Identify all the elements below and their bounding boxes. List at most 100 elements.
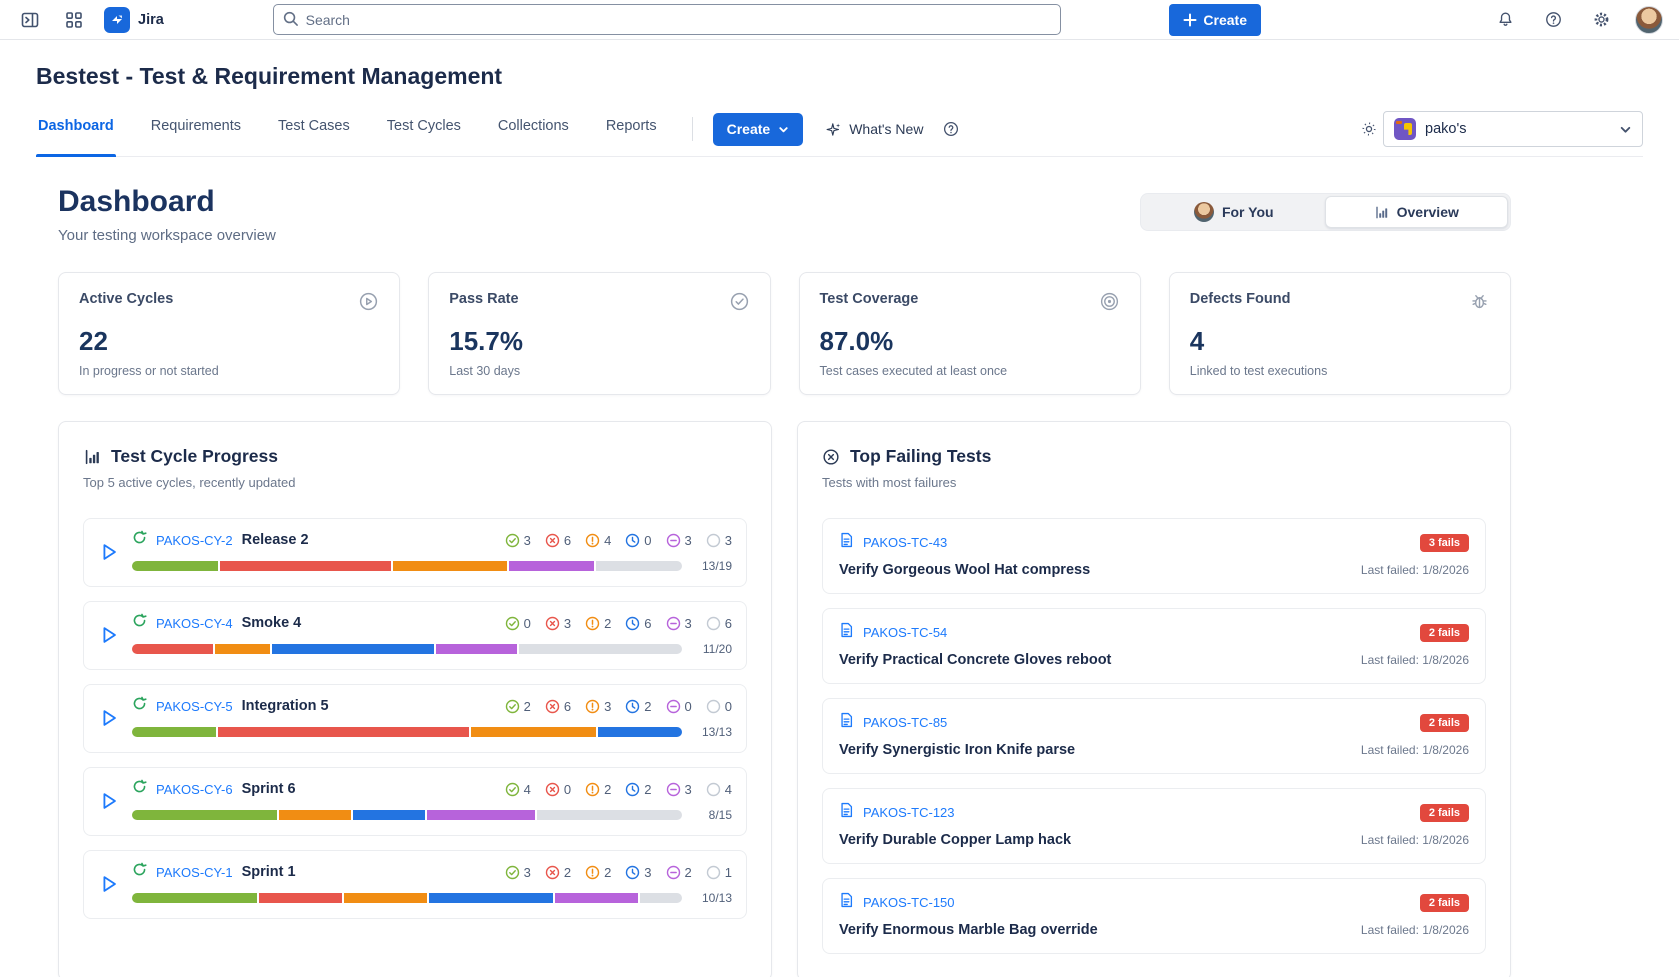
project-name: pako's — [1425, 121, 1610, 137]
run-cycle-play-icon[interactable] — [98, 541, 120, 563]
count-warning: 3 — [585, 699, 611, 714]
search-icon — [282, 10, 299, 32]
create-dropdown-button[interactable]: Create — [713, 113, 804, 146]
blocked-status-icon — [666, 782, 681, 797]
run-cycle-play-icon[interactable] — [98, 873, 120, 895]
tab-requirements[interactable]: Requirements — [149, 110, 243, 156]
bar-segment-not-run — [596, 561, 682, 571]
bug-icon — [1469, 291, 1490, 317]
stat-caption: Linked to test executions — [1190, 364, 1490, 378]
failing-test-key-link[interactable]: PAKOS-TC-85 — [863, 715, 947, 730]
tab-test-cycles[interactable]: Test Cycles — [385, 110, 463, 156]
count-failed: 6 — [545, 699, 571, 714]
failing-test-key-link[interactable]: PAKOS-TC-123 — [863, 805, 955, 820]
failing-test-key-link[interactable]: PAKOS-TC-54 — [863, 625, 947, 640]
whats-new-button[interactable]: What's New — [825, 121, 923, 138]
tab-reports[interactable]: Reports — [604, 110, 659, 156]
notifications-bell-icon[interactable] — [1491, 6, 1519, 34]
help-icon[interactable] — [1539, 6, 1567, 34]
test-cycle-row[interactable]: PAKOS-CY-1 Sprint 1 322321 10/13 — [83, 850, 747, 919]
dashboard-section: Dashboard Your testing workspace overvie… — [58, 185, 1511, 977]
tabs-help-icon[interactable] — [937, 115, 965, 143]
cycle-name: Smoke 4 — [242, 615, 302, 631]
count-number: 4 — [604, 533, 611, 548]
run-cycle-play-icon[interactable] — [98, 707, 120, 729]
settings-gear-icon[interactable] — [1587, 6, 1615, 34]
cycle-key-link[interactable]: PAKOS-CY-5 — [156, 699, 233, 714]
stat-caption: Last 30 days — [449, 364, 749, 378]
view-toggle-for-you[interactable]: For You — [1143, 196, 1325, 228]
bar-segment-passed — [132, 893, 257, 903]
failing-test-name: Verify Synergistic Iron Knife parse — [839, 742, 1075, 758]
run-cycle-play-icon[interactable] — [98, 790, 120, 812]
user-avatar[interactable] — [1635, 6, 1663, 34]
tab-collections[interactable]: Collections — [496, 110, 571, 156]
play-circle-icon — [358, 291, 379, 312]
cycle-name: Integration 5 — [242, 698, 329, 714]
failing-test-name: Verify Practical Concrete Gloves reboot — [839, 652, 1111, 668]
test-case-doc-icon — [839, 712, 854, 733]
tab-dashboard[interactable]: Dashboard — [36, 110, 116, 156]
cycle-name: Sprint 1 — [242, 864, 296, 880]
failing-test-key-link[interactable]: PAKOS-TC-150 — [863, 895, 955, 910]
cycle-progress-bar — [132, 893, 682, 903]
test-cycle-row[interactable]: PAKOS-CY-6 Sprint 6 402234 8/15 — [83, 767, 747, 836]
bug-icon — [1469, 291, 1490, 312]
sidebar-toggle-icon[interactable] — [16, 6, 44, 34]
dashboard-heading: Dashboard — [58, 185, 276, 219]
jira-logo[interactable]: Jira — [104, 7, 164, 33]
fails-count-badge: 2 fails — [1420, 894, 1469, 912]
cycle-key-link[interactable]: PAKOS-CY-6 — [156, 782, 233, 797]
failing-panel-title: Top Failing Tests — [850, 446, 991, 467]
refresh-icon — [132, 779, 147, 799]
bar-segment-in-progress — [429, 893, 554, 903]
count-blocked: 3 — [666, 533, 692, 548]
failing-test-row[interactable]: PAKOS-TC-150 2 fails Verify Enormous Mar… — [822, 878, 1486, 954]
bar-segment-warning — [215, 644, 269, 654]
count-number: 2 — [644, 782, 651, 797]
cycle-key-link[interactable]: PAKOS-CY-4 — [156, 616, 233, 631]
count-number: 3 — [685, 616, 692, 631]
failing-test-name: Verify Enormous Marble Bag override — [839, 922, 1098, 938]
test-cycle-row[interactable]: PAKOS-CY-4 Smoke 4 032636 11/20 — [83, 601, 747, 670]
tab-test-cases[interactable]: Test Cases — [276, 110, 352, 156]
view-toggle-overview[interactable]: Overview — [1325, 196, 1509, 228]
count-number: 0 — [644, 533, 651, 548]
count-number: 4 — [725, 782, 732, 797]
cycle-fraction: 10/13 — [692, 891, 732, 905]
top-navigation-bar: Jira Create — [0, 0, 1679, 40]
cycle-fraction: 13/13 — [692, 725, 732, 739]
passed-status-icon — [505, 699, 520, 714]
warning-status-icon — [585, 699, 600, 714]
count-blocked: 2 — [666, 865, 692, 880]
cycle-key-link[interactable]: PAKOS-CY-1 — [156, 865, 233, 880]
count-not_run: 6 — [706, 616, 732, 631]
failing-test-row[interactable]: PAKOS-TC-123 2 fails Verify Durable Copp… — [822, 788, 1486, 864]
count-number: 2 — [685, 865, 692, 880]
fails-count-badge: 2 fails — [1420, 804, 1469, 822]
count-number: 3 — [524, 533, 531, 548]
count-number: 3 — [644, 865, 651, 880]
blocked-status-icon — [666, 699, 681, 714]
theme-sun-icon[interactable] — [1355, 115, 1383, 143]
count-not_run: 0 — [706, 699, 732, 714]
test-cycle-row[interactable]: PAKOS-CY-5 Integration 5 263200 13/13 — [83, 684, 747, 753]
global-create-button[interactable]: Create — [1169, 4, 1261, 36]
project-selector[interactable]: pako's — [1383, 111, 1643, 147]
count-warning: 2 — [585, 616, 611, 631]
run-cycle-play-icon[interactable] — [98, 624, 120, 646]
not-run-status-icon — [706, 699, 721, 714]
app-switcher-icon[interactable] — [60, 6, 88, 34]
in-progress-status-icon — [625, 782, 640, 797]
in-progress-status-icon — [625, 865, 640, 880]
cycle-fraction: 8/15 — [692, 808, 732, 822]
search-input[interactable] — [273, 4, 1061, 35]
failing-test-row[interactable]: PAKOS-TC-54 2 fails Verify Practical Con… — [822, 608, 1486, 684]
count-in_progress: 2 — [625, 782, 651, 797]
failing-test-row[interactable]: PAKOS-TC-43 3 fails Verify Gorgeous Wool… — [822, 518, 1486, 594]
test-cycle-row[interactable]: PAKOS-CY-2 Release 2 364033 13/19 — [83, 518, 747, 587]
cycle-status-counts: 322321 — [505, 865, 732, 880]
failing-test-row[interactable]: PAKOS-TC-85 2 fails Verify Synergistic I… — [822, 698, 1486, 774]
failing-test-key-link[interactable]: PAKOS-TC-43 — [863, 535, 947, 550]
cycle-key-link[interactable]: PAKOS-CY-2 — [156, 533, 233, 548]
